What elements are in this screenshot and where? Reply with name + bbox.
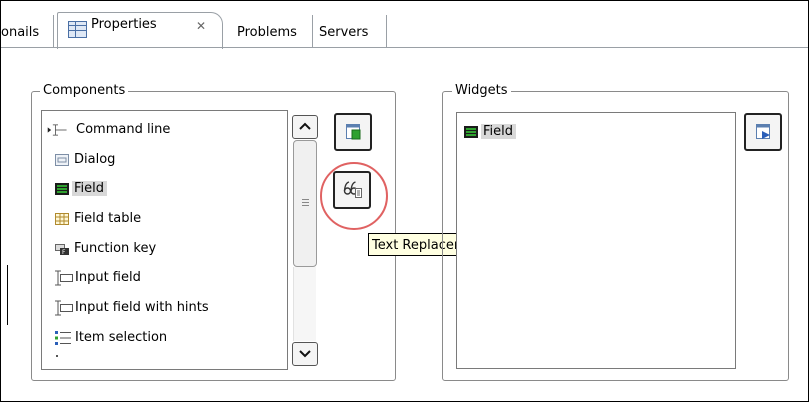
list-item-label: Function key: [74, 241, 157, 256]
list-item-label: Input field: [75, 270, 141, 285]
tab-partial-left[interactable]: onails: [1, 18, 39, 46]
input-field-hints-icon: [55, 300, 73, 316]
more-items-hint: [56, 355, 58, 357]
widgets-group-label: Widgets: [452, 83, 511, 99]
input-field-icon: [55, 270, 73, 286]
list-item-label: Field table: [74, 211, 142, 226]
widgets-list[interactable]: Field: [456, 112, 736, 369]
list-item-label: Input field with hints: [75, 300, 209, 315]
text-replacement-icon: [343, 181, 362, 198]
left-edge-divider: [1, 265, 8, 325]
scroll-track[interactable]: [293, 267, 316, 341]
view-tab-bar: onails Properties ✕ Problems Servers: [1, 1, 808, 49]
components-group-label: Components: [40, 83, 129, 99]
list-item-label: Dialog: [74, 152, 116, 167]
properties-view: onails Properties ✕ Problems Servers Com…: [0, 0, 809, 402]
remove-widget-icon: [756, 124, 770, 139]
scroll-down-button[interactable]: [292, 342, 318, 366]
tab-separator: [53, 15, 54, 47]
dialog-icon: [55, 154, 69, 166]
command-line-icon: [47, 124, 67, 136]
scroll-thumb[interactable]: [293, 140, 317, 267]
text-replacement-button[interactable]: [333, 171, 371, 209]
svg-text:F: F: [62, 249, 66, 255]
add-widget-icon: [346, 124, 361, 140]
item-selection-icon: [55, 331, 71, 345]
tab-servers[interactable]: Servers: [319, 18, 368, 46]
list-item-label: Field: [72, 181, 108, 196]
components-list[interactable]: Command line Dialog Field Field table F …: [41, 110, 288, 370]
list-item-label: Item selection: [75, 330, 168, 345]
tab-separator: [386, 15, 387, 47]
field-icon: [55, 183, 69, 195]
tab-separator: [312, 15, 313, 47]
field-table-icon: [55, 213, 69, 225]
tab-underline: [1, 47, 808, 48]
properties-icon: [68, 21, 87, 38]
components-scrollbar[interactable]: [292, 115, 318, 367]
close-icon[interactable]: ✕: [196, 19, 206, 33]
tab-problems[interactable]: Problems: [237, 18, 297, 46]
scroll-up-button[interactable]: [292, 115, 318, 139]
tab-properties[interactable]: Properties ✕: [57, 12, 223, 49]
chevron-up-icon: [299, 122, 311, 130]
list-item-label: Command line: [76, 122, 171, 137]
chevron-down-icon: [299, 350, 311, 358]
function-key-icon: F: [55, 244, 69, 255]
list-item-label: Field: [481, 124, 517, 139]
remove-widget-button[interactable]: [744, 113, 782, 151]
field-icon: [464, 126, 478, 138]
add-widget-button[interactable]: [334, 113, 372, 151]
tab-properties-label: Properties: [91, 17, 157, 32]
